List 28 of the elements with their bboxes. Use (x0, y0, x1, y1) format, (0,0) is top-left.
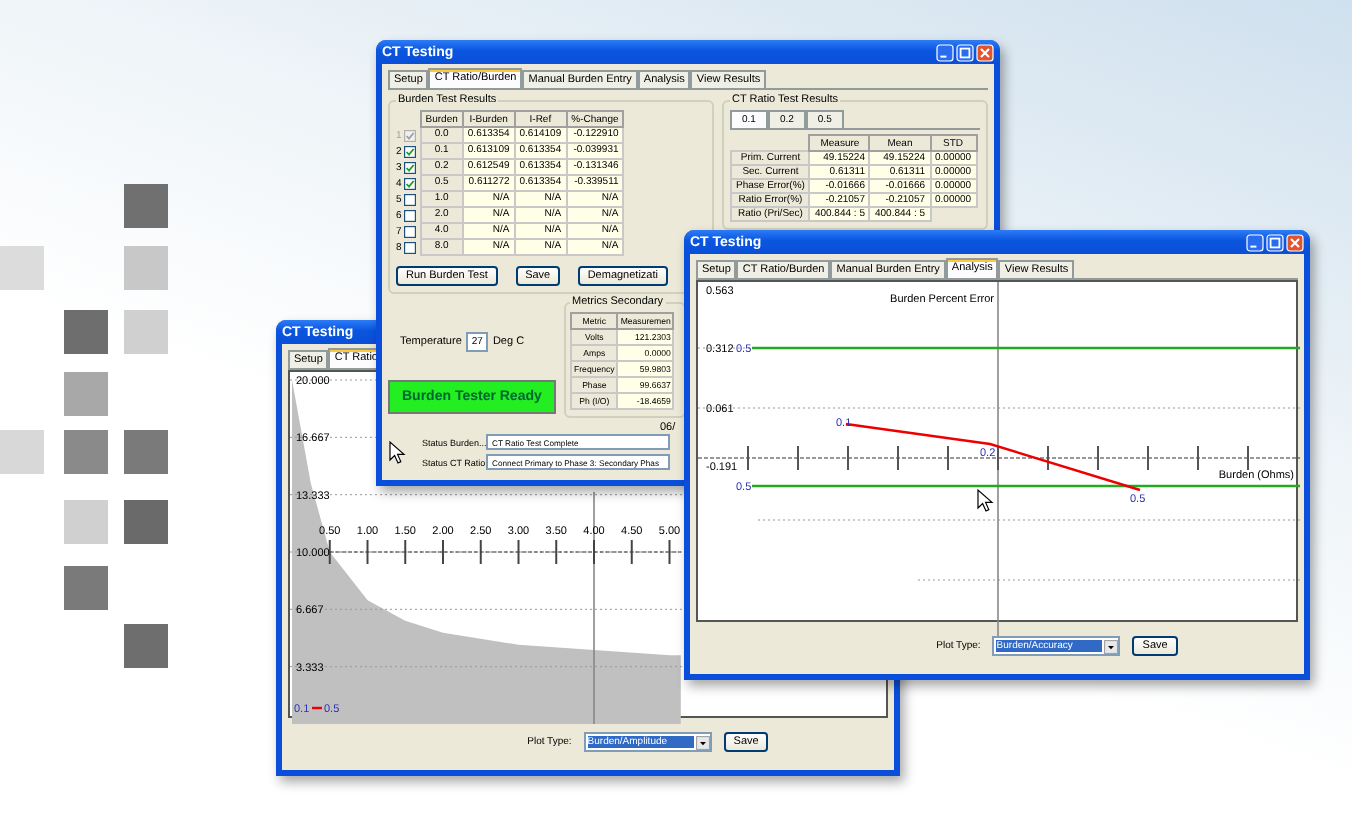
checkbox[interactable] (403, 161, 416, 173)
legend-line (312, 706, 322, 710)
cursor-icon (976, 488, 994, 512)
cursor-icon (388, 440, 406, 464)
minimize-button[interactable] (936, 43, 954, 61)
checkbox[interactable] (403, 225, 416, 237)
maximize-button[interactable] (1266, 233, 1284, 251)
checkbox[interactable] (403, 193, 416, 205)
checkbox[interactable] (403, 177, 416, 189)
minimize-button[interactable] (1246, 233, 1264, 251)
checkbox[interactable] (403, 241, 416, 253)
close-button[interactable] (976, 43, 994, 61)
tick-mark (517, 539, 520, 565)
checkbox[interactable] (403, 145, 416, 157)
maximize-button[interactable] (956, 43, 974, 61)
close-button[interactable] (1286, 233, 1304, 251)
tick-mark (479, 539, 482, 565)
tick-mark (555, 539, 558, 565)
tick-mark (442, 539, 444, 565)
tick-mark (668, 539, 671, 565)
caret-icon (1104, 639, 1119, 653)
tick-mark (328, 539, 331, 565)
tick-mark (366, 539, 369, 565)
tick-mark (404, 539, 407, 565)
tick-mark (593, 539, 595, 565)
caret-icon (695, 735, 710, 749)
tick-mark (630, 539, 633, 565)
checkbox[interactable] (403, 209, 416, 221)
